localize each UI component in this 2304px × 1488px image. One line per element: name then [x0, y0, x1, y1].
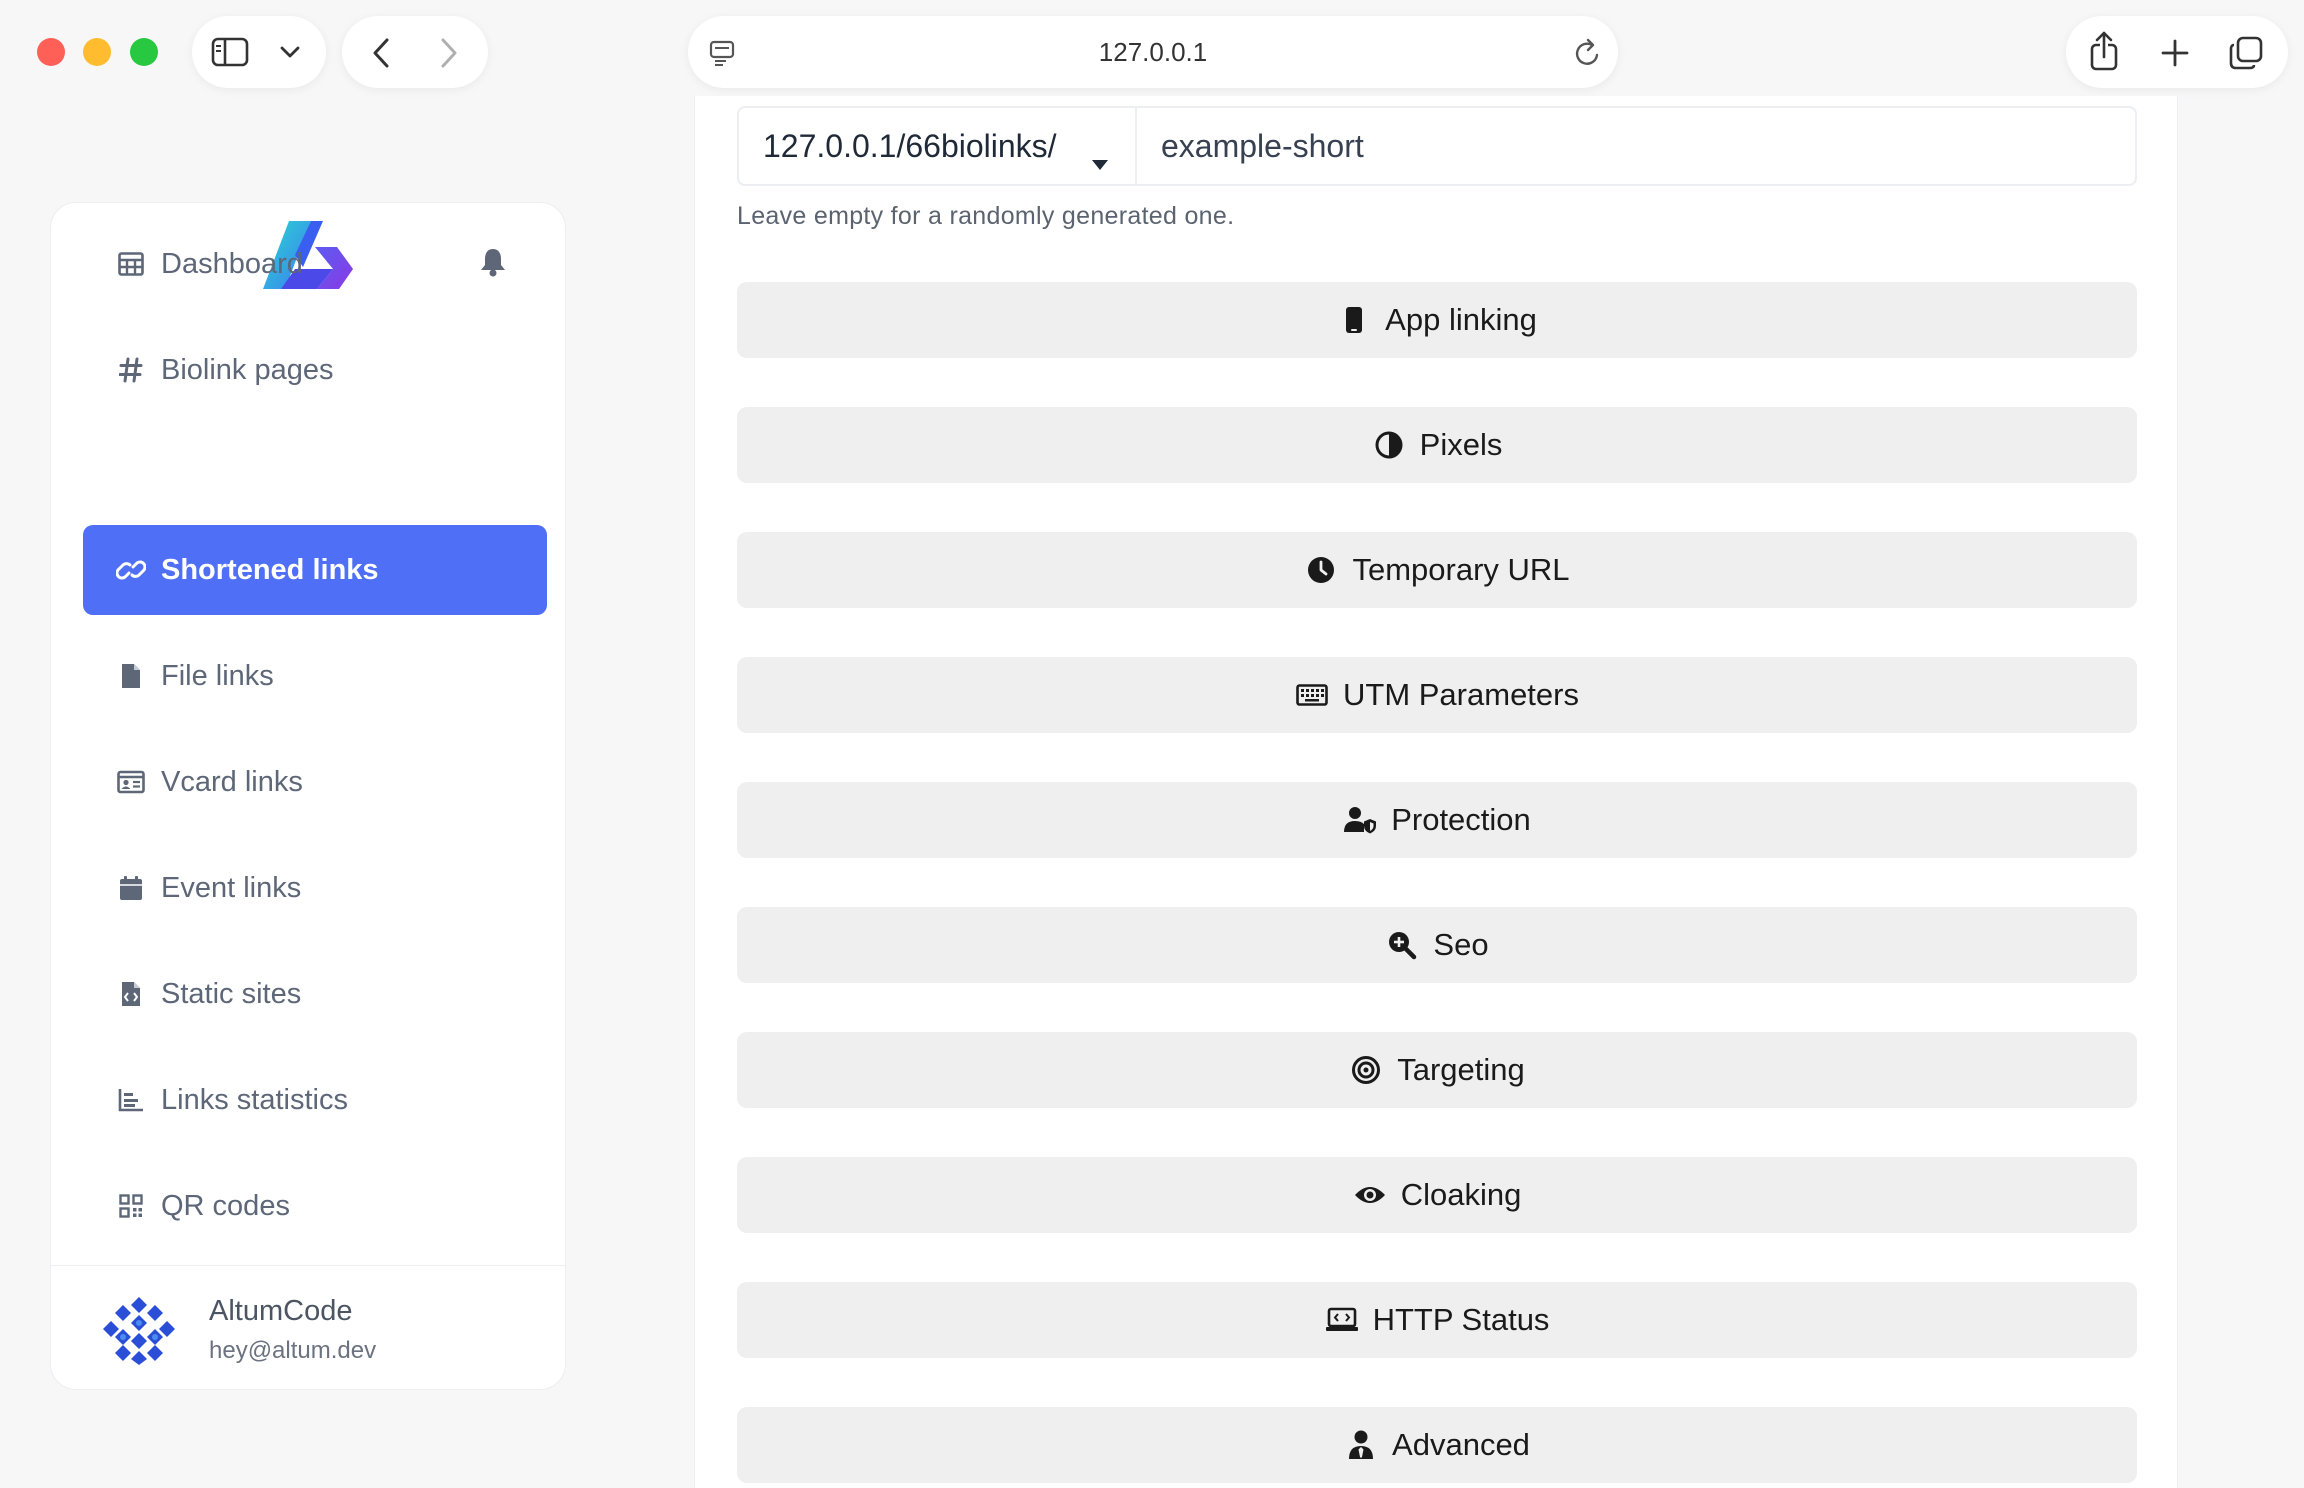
calendar-icon [115, 872, 147, 904]
advanced-button[interactable]: Advanced [737, 1407, 2137, 1483]
alias-helper-text: Leave empty for a randomly generated one… [737, 202, 1235, 230]
search-plus-icon [1385, 928, 1419, 962]
section-label: HTTP Status [1372, 1302, 1550, 1337]
sidebar-item-label: Static sites [161, 977, 302, 1010]
file-icon [115, 660, 147, 692]
sidebar-item-shortened-links[interactable]: Shortened links [83, 525, 547, 615]
qrcode-icon [115, 1190, 147, 1222]
eye-icon [1353, 1178, 1387, 1212]
laptop-code-icon [1325, 1303, 1359, 1337]
http-status-button[interactable]: HTTP Status [737, 1282, 2137, 1358]
chevron-down-icon[interactable] [278, 40, 302, 64]
hash-icon [115, 354, 147, 386]
sidebar-item-event-links[interactable]: Event links [83, 843, 547, 933]
close-window-button[interactable] [37, 38, 65, 66]
section-label: UTM Parameters [1343, 677, 1579, 712]
protection-button[interactable]: Protection [737, 782, 2137, 858]
sidebar-item-static-sites[interactable]: Static sites [83, 949, 547, 1039]
sidebar-item-label: Vcard links [161, 765, 303, 798]
browser-toolbar: 127.0.0.1 [0, 0, 2304, 104]
clock-icon [1304, 553, 1338, 587]
reload-icon[interactable] [1572, 36, 1604, 68]
section-label: Cloaking [1400, 1177, 1522, 1212]
url-alias-input[interactable] [1137, 108, 2135, 184]
section-label: Seo [1433, 927, 1489, 962]
mobile-icon [1337, 303, 1371, 337]
sidebar-item-label: QR codes [161, 1189, 290, 1222]
link-icon [115, 554, 147, 586]
sidebar-item-label: Dashboard [161, 247, 303, 280]
window-actions-group [2066, 16, 2288, 88]
sidebar-divider [51, 1265, 567, 1266]
new-tab-icon[interactable] [2158, 36, 2192, 70]
back-icon[interactable] [364, 36, 398, 70]
utm-parameters-button[interactable]: UTM Parameters [737, 657, 2137, 733]
cloaking-button[interactable]: Cloaking [737, 1157, 2137, 1233]
sidebar-toggle-icon[interactable] [210, 34, 250, 70]
seo-button[interactable]: Seo [737, 907, 2137, 983]
short-url-input-group: 127.0.0.1/66biolinks/ [737, 106, 2137, 186]
forward-icon[interactable] [432, 36, 466, 70]
table-icon [115, 248, 147, 280]
adjust-icon [1372, 428, 1406, 462]
sidebar: Dashboard Biolink pages Shortened links … [50, 202, 567, 1390]
keyboard-icon [1295, 678, 1329, 712]
section-label: Targeting [1397, 1052, 1525, 1087]
chart-bar-icon [115, 1084, 147, 1116]
section-label: Advanced [1392, 1427, 1530, 1462]
sidebar-item-file-links[interactable]: File links [83, 631, 547, 721]
sidebar-item-label: Biolink pages [161, 353, 334, 386]
temporary-url-button[interactable]: Temporary URL [737, 532, 2137, 608]
user-name: AltumCode [209, 1295, 353, 1327]
sidebar-item-vcard-links[interactable]: Vcard links [83, 737, 547, 827]
history-nav-group [342, 16, 488, 88]
zoom-window-button[interactable] [130, 38, 158, 66]
minimize-window-button[interactable] [83, 38, 111, 66]
main-panel: 127.0.0.1/66biolinks/ Leave empty for a … [694, 96, 2178, 1488]
pixels-button[interactable]: Pixels [737, 407, 2137, 483]
bell-icon[interactable] [479, 247, 511, 279]
domain-select-value: 127.0.0.1/66biolinks/ [763, 127, 1057, 164]
sidebar-item-qr-codes[interactable]: QR codes [83, 1161, 547, 1251]
sidebar-item-label: File links [161, 659, 274, 692]
share-icon[interactable] [2084, 30, 2124, 72]
section-label: Temporary URL [1352, 552, 1570, 587]
url-text: 127.0.0.1 [1098, 36, 1208, 67]
targeting-button[interactable]: Targeting [737, 1032, 2137, 1108]
bullseye-icon [1349, 1053, 1383, 1087]
section-label: App linking [1385, 302, 1537, 337]
file-code-icon [115, 978, 147, 1010]
avatar[interactable] [103, 1293, 175, 1365]
sidebar-item-label: Event links [161, 871, 302, 904]
caret-down-icon [1091, 142, 1109, 179]
page-menu-icon[interactable] [706, 38, 738, 68]
app-linking-button[interactable]: App linking [737, 282, 2137, 358]
id-card-icon [115, 766, 147, 798]
sidebar-item-biolink-pages[interactable]: Biolink pages [83, 325, 547, 415]
user-tie-icon [1344, 1428, 1378, 1462]
user-email: hey@altum.dev [209, 1337, 377, 1364]
tab-overview-icon[interactable] [2226, 34, 2266, 72]
sidebar-item-label: Shortened links [161, 553, 379, 586]
sidebar-item-dashboard[interactable]: Dashboard [83, 219, 547, 309]
section-label: Pixels [1419, 427, 1503, 462]
sidebar-toggle-group [192, 16, 326, 88]
sidebar-item-label: Links statistics [161, 1083, 348, 1116]
user-shield-icon [1343, 803, 1377, 837]
sidebar-item-links-statistics[interactable]: Links statistics [83, 1055, 547, 1145]
domain-select[interactable]: 127.0.0.1/66biolinks/ [739, 108, 1137, 184]
section-label: Protection [1391, 802, 1531, 837]
address-bar[interactable]: 127.0.0.1 [688, 16, 1618, 88]
